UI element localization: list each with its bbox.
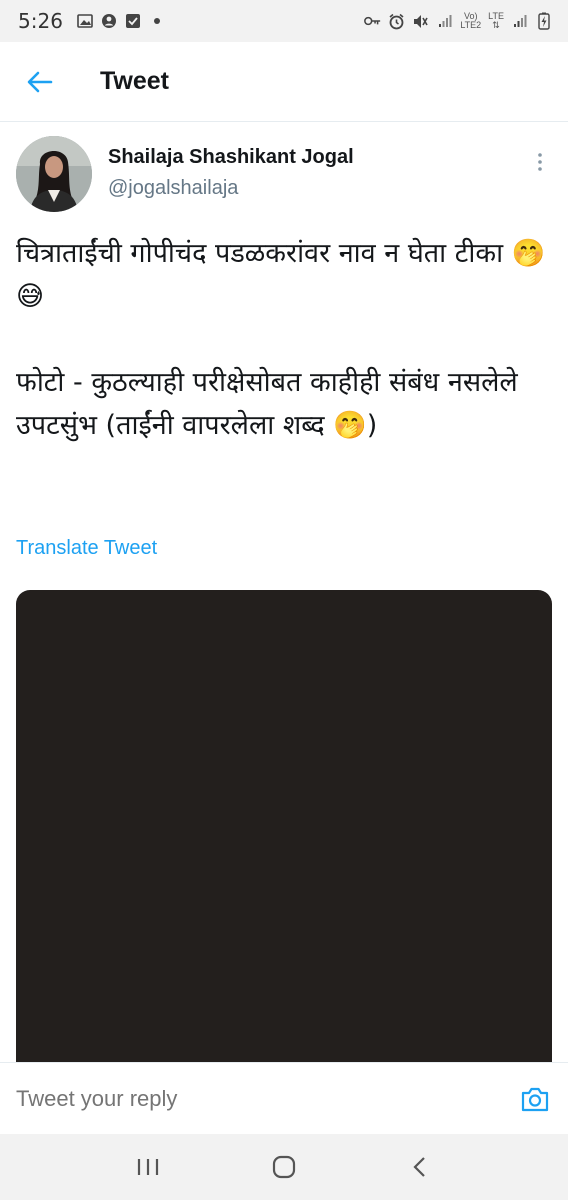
account-icon — [101, 13, 118, 30]
gallery-icon — [77, 13, 94, 30]
battery-charging-icon — [535, 12, 552, 30]
dot-icon — [149, 13, 166, 30]
status-bar: 5:26 Vo) LTE2 LTE ⇅ — [0, 0, 568, 42]
app-header: Tweet — [0, 42, 568, 122]
tweet-text: चित्राताईंची गोपीचंद पडळकरांवर नाव न घेत… — [16, 238, 546, 441]
author-name[interactable]: Shailaja Shashikant Jogal — [108, 146, 354, 169]
checkbox-icon — [125, 13, 142, 30]
reply-input[interactable] — [16, 1085, 486, 1112]
key-icon — [364, 13, 381, 30]
back-button[interactable] — [20, 62, 60, 102]
more-vertical-icon — [538, 153, 542, 171]
back-nav-button[interactable] — [400, 1147, 440, 1187]
author-handle[interactable]: @jogalshailaja — [108, 177, 354, 200]
home-icon — [272, 1155, 296, 1179]
data-arrows-icon: ⇅ — [492, 20, 500, 30]
system-nav-bar — [0, 1134, 568, 1200]
status-system-icons: Vo) LTE2 LTE ⇅ — [364, 12, 552, 30]
tweet-author: Shailaja Shashikant Jogal @jogalshailaja — [16, 136, 552, 216]
status-notification-icons — [77, 13, 166, 30]
more-options-button[interactable] — [528, 150, 552, 174]
signal-1-icon — [436, 13, 453, 30]
signal-2-icon — [511, 13, 528, 30]
reply-bar — [0, 1062, 568, 1134]
mute-icon — [412, 13, 429, 30]
alarm-icon — [388, 13, 405, 30]
status-time: 5:26 — [18, 9, 63, 33]
recent-apps-button[interactable] — [128, 1147, 168, 1187]
volte-label: Vo) LTE2 — [460, 12, 481, 30]
recent-apps-icon — [137, 1159, 159, 1175]
avatar-photo-icon — [16, 136, 92, 212]
author-info: Shailaja Shashikant Jogal @jogalshailaja — [108, 136, 354, 216]
arrow-left-icon — [27, 71, 53, 92]
home-button[interactable] — [264, 1147, 304, 1187]
camera-icon — [521, 1087, 549, 1112]
avatar[interactable] — [16, 136, 92, 212]
page-title: Tweet — [100, 67, 169, 95]
lte-label: LTE ⇅ — [488, 12, 504, 30]
lte2-text: LTE2 — [460, 20, 482, 30]
chevron-left-icon — [413, 1157, 425, 1177]
camera-button[interactable] — [520, 1085, 550, 1113]
tweet-media-image[interactable] — [16, 590, 552, 1110]
translate-tweet-link[interactable]: Translate Tweet — [16, 537, 157, 560]
